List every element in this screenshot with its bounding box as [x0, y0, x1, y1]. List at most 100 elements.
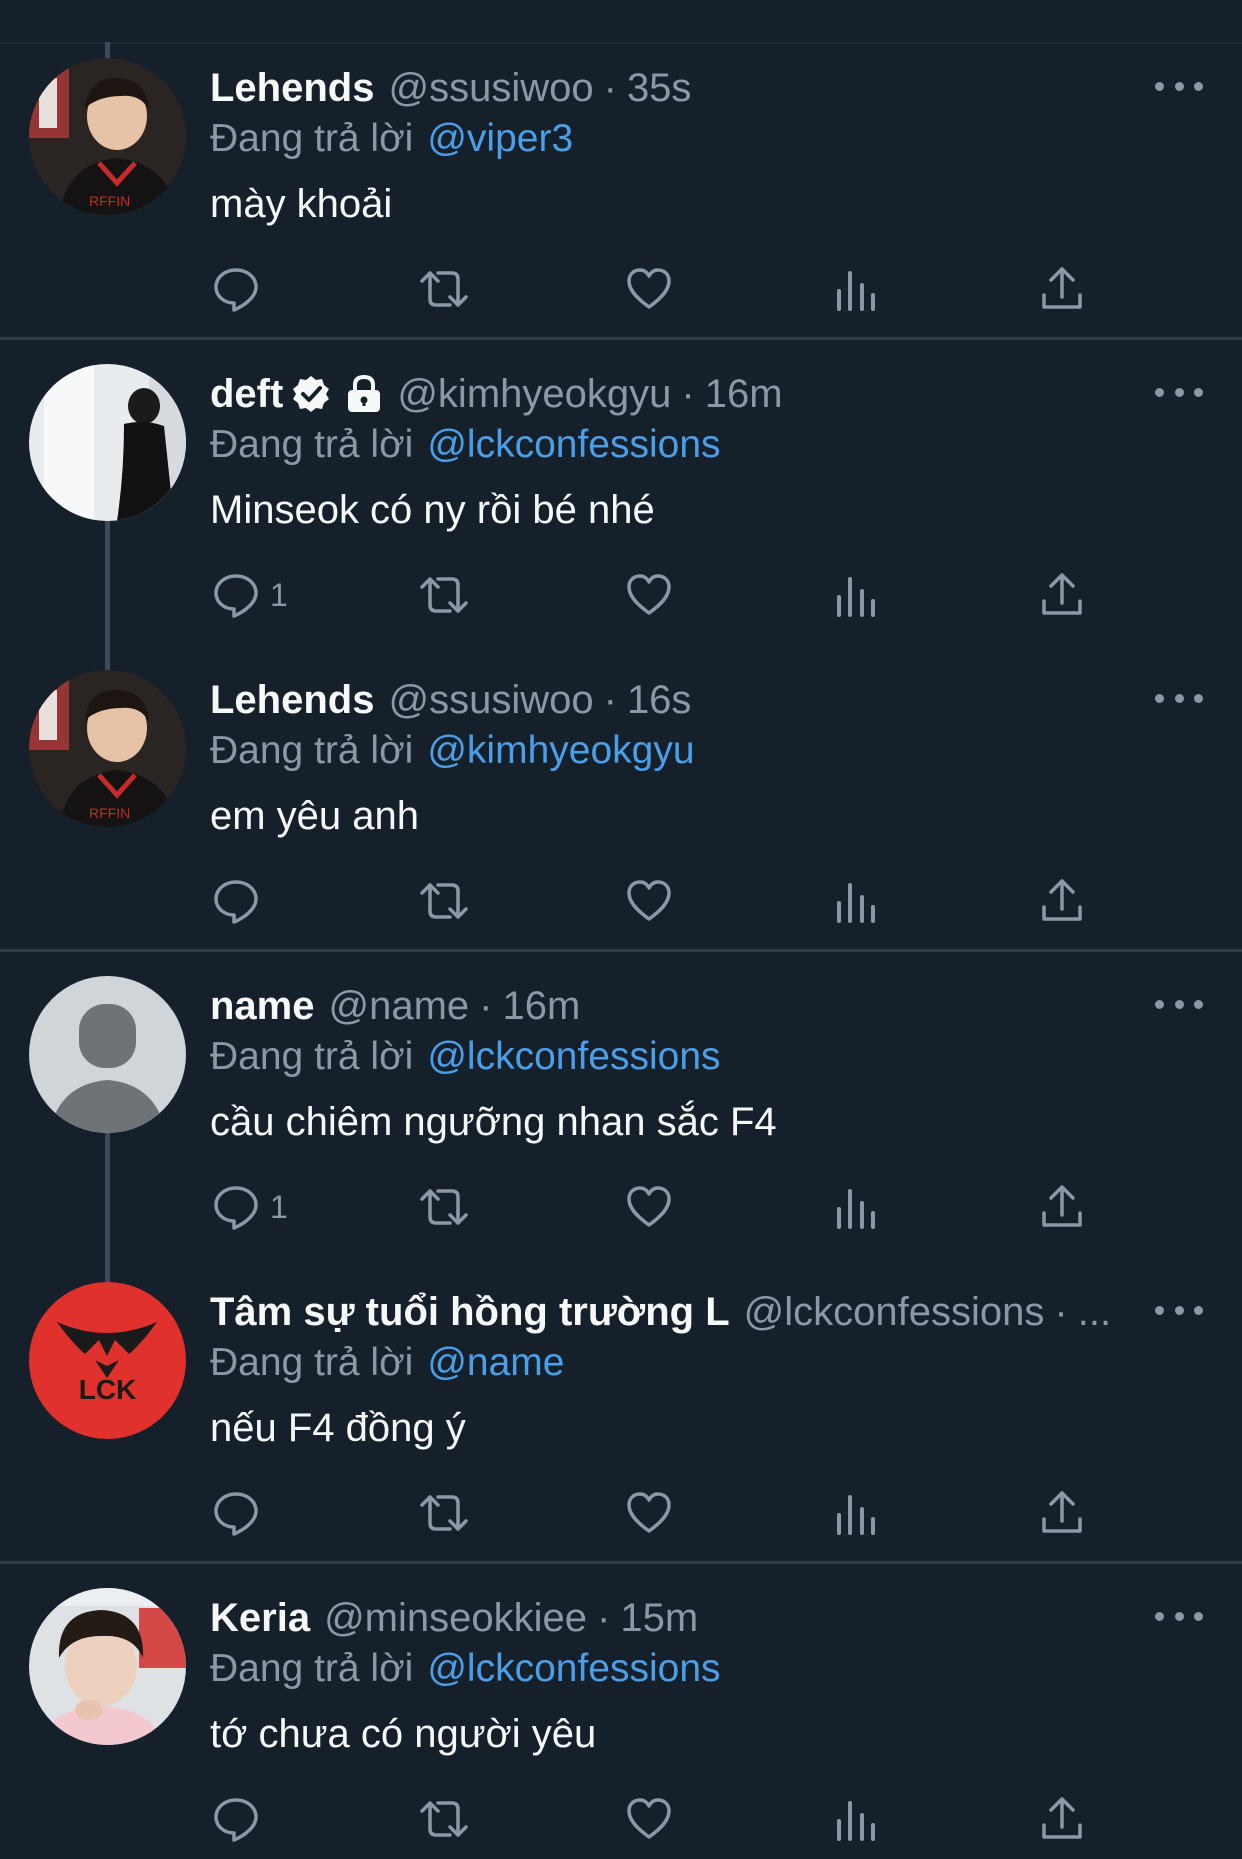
- reply-to-handle[interactable]: @lckconfessions: [427, 1647, 720, 1690]
- display-name[interactable]: name: [210, 978, 315, 1034]
- like-icon: [627, 1186, 671, 1227]
- reply-button[interactable]: [212, 1792, 270, 1846]
- more-options-icon[interactable]: [1155, 377, 1203, 407]
- more-options-icon[interactable]: [1155, 1295, 1203, 1325]
- retweet-button[interactable]: [416, 262, 472, 316]
- like-button[interactable]: [625, 1792, 673, 1846]
- more-options-icon[interactable]: [1155, 1601, 1203, 1631]
- reply-icon: [214, 574, 258, 618]
- user-handle[interactable]: @lckconfessions: [744, 1284, 1045, 1340]
- user-handle[interactable]: @ssusiwoo: [388, 60, 593, 116]
- top-bar: [0, 0, 1242, 44]
- lck-logo: LCK: [29, 1282, 186, 1439]
- separator: ·: [597, 1596, 611, 1640]
- reply-prefix: Đang trả lời: [210, 1647, 414, 1690]
- tweet-header: Lehends @ssusiwoo · 35s: [210, 60, 691, 116]
- avatar[interactable]: [29, 364, 186, 521]
- reply-button[interactable]: 1: [212, 568, 288, 622]
- tweet-text: cầu chiêm ngưỡng nhan sắc F4: [210, 1100, 777, 1144]
- avatar[interactable]: RFFIN: [29, 58, 186, 215]
- tweet-text: Minseok có ny rồi bé nhé: [210, 488, 655, 532]
- retweet-button[interactable]: [416, 1180, 472, 1234]
- separator: ·: [479, 984, 493, 1028]
- avatar[interactable]: [29, 1588, 186, 1745]
- user-handle[interactable]: @ssusiwoo: [388, 672, 593, 728]
- share-button[interactable]: [1040, 874, 1084, 928]
- timestamp[interactable]: 16s: [627, 672, 692, 728]
- share-button[interactable]: [1040, 1792, 1084, 1846]
- retweet-button[interactable]: [416, 1486, 472, 1540]
- display-name[interactable]: Keria: [210, 1590, 310, 1646]
- display-name[interactable]: Lehends: [210, 672, 374, 728]
- reply-icon: [214, 1492, 258, 1536]
- timestamp[interactable]: 16m: [705, 366, 783, 422]
- views-button[interactable]: [834, 1180, 878, 1234]
- share-button[interactable]: [1040, 262, 1084, 316]
- reply-context: Đang trả lời @lckconfessions: [210, 418, 721, 472]
- reply-to-handle[interactable]: @viper3: [427, 117, 573, 160]
- like-icon: [627, 574, 671, 615]
- reply-button[interactable]: [212, 262, 270, 316]
- user-handle[interactable]: @kimhyeokgyu: [397, 366, 671, 422]
- timestamp[interactable]: 16m: [503, 978, 581, 1034]
- reply-prefix: Đang trả lời: [210, 729, 414, 772]
- share-button[interactable]: [1040, 568, 1084, 622]
- like-button[interactable]: [625, 874, 673, 928]
- avatar[interactable]: LCK: [29, 1282, 186, 1439]
- like-button[interactable]: [625, 262, 673, 316]
- tweet-divider: [0, 1561, 1242, 1564]
- reply-to-handle[interactable]: @lckconfessions: [427, 423, 720, 466]
- separator: ·: [603, 678, 617, 722]
- share-button[interactable]: [1040, 1180, 1084, 1234]
- views-button[interactable]: [834, 568, 878, 622]
- tweet-text: mày khoải: [210, 182, 393, 226]
- timestamp[interactable]: 35s: [627, 60, 692, 116]
- reply-to-handle[interactable]: @lckconfessions: [427, 1035, 720, 1078]
- retweet-button[interactable]: [416, 874, 472, 928]
- like-icon: [627, 880, 671, 921]
- more-options-icon[interactable]: [1155, 989, 1203, 1019]
- tweet-divider: [0, 337, 1242, 340]
- display-name[interactable]: Lehends: [210, 60, 374, 116]
- reply-context: Đang trả lời @lckconfessions: [210, 1030, 721, 1084]
- reply-button[interactable]: [212, 1486, 270, 1540]
- thread-line: [105, 1132, 110, 1282]
- share-button[interactable]: [1040, 1486, 1084, 1540]
- views-button[interactable]: [834, 874, 878, 928]
- retweet-button[interactable]: [416, 568, 472, 622]
- retweet-icon: [420, 577, 468, 613]
- display-name[interactable]: deft: [210, 366, 283, 422]
- reply-button[interactable]: [212, 874, 270, 928]
- timestamp[interactable]: 15m: [620, 1590, 698, 1646]
- reply-prefix: Đang trả lời: [210, 117, 414, 160]
- views-button[interactable]: [834, 1486, 878, 1540]
- reply-context: Đang trả lời @kimhyeokgyu: [210, 724, 695, 778]
- reply-to-handle[interactable]: @kimhyeokgyu: [427, 729, 694, 772]
- more-options-icon[interactable]: [1155, 683, 1203, 713]
- like-button[interactable]: [625, 1180, 673, 1234]
- retweet-button[interactable]: [416, 1792, 472, 1846]
- more-options-icon[interactable]: [1155, 71, 1203, 101]
- reply-icon: [214, 880, 258, 924]
- timestamp[interactable]: ...: [1078, 1284, 1111, 1340]
- svg-text:LCK: LCK: [79, 1374, 137, 1405]
- views-button[interactable]: [834, 1792, 878, 1846]
- reply-icon: [214, 1186, 258, 1230]
- like-button[interactable]: [625, 1486, 673, 1540]
- user-handle[interactable]: @name: [329, 978, 470, 1034]
- like-button[interactable]: [625, 568, 673, 622]
- tweet-header: Keria @minseokkiee · 15m: [210, 1590, 698, 1646]
- views-icon: [837, 1189, 875, 1229]
- reply-icon: [214, 268, 258, 312]
- views-icon: [837, 883, 875, 923]
- views-button[interactable]: [834, 262, 878, 316]
- reply-button[interactable]: 1: [212, 1180, 288, 1234]
- display-name[interactable]: Tâm sự tuổi hồng trường L: [210, 1284, 730, 1340]
- tweet-text: nếu F4 đồng ý: [210, 1406, 466, 1450]
- avatar[interactable]: RFFIN: [29, 670, 186, 827]
- share-icon: [1042, 1185, 1082, 1227]
- reply-to-handle[interactable]: @name: [427, 1341, 564, 1384]
- avatar[interactable]: [29, 976, 186, 1133]
- views-icon: [837, 1495, 875, 1535]
- user-handle[interactable]: @minseokkiee: [324, 1590, 587, 1646]
